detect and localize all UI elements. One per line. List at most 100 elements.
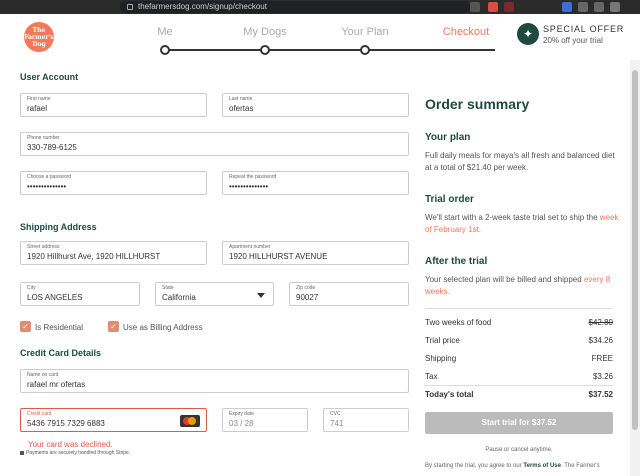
trial-order-title: Trial order bbox=[425, 194, 474, 205]
after-trial-description: Your selected plan will be billed and sh… bbox=[425, 274, 620, 298]
extension-icon[interactable] bbox=[578, 2, 588, 12]
plan-description: Full daily meals for maya's all fresh an… bbox=[425, 151, 615, 172]
trial-text: We'll start with a 2-week taste trial se… bbox=[425, 213, 598, 222]
order-summary-title: Order summary bbox=[425, 96, 530, 112]
your-plan-title: Your plan bbox=[425, 132, 471, 143]
row-label: Trial price bbox=[425, 336, 460, 345]
field-label: Choose a password bbox=[27, 174, 72, 180]
url-text: thefarmersdog.com/signup/checkout bbox=[138, 2, 267, 11]
step-my-dogs[interactable]: My Dogs bbox=[243, 26, 286, 38]
row-label: Two weeks of food bbox=[425, 318, 492, 327]
step-checkout: Checkout bbox=[442, 26, 490, 38]
terms-prefix: By starting the trial, you agree to our bbox=[425, 463, 522, 469]
repeat-password-field[interactable]: Repeat the password •••••••••••••• bbox=[222, 171, 409, 195]
credit-card-field[interactable]: Credit card 5436 7915 7329 6883 bbox=[20, 408, 207, 432]
field-value: 03 / 28 bbox=[229, 419, 254, 428]
field-value: •••••••••••••• bbox=[229, 182, 269, 191]
cancel-note: Pause or cancel anytime. bbox=[485, 447, 553, 453]
field-label: City bbox=[27, 285, 36, 291]
last-name-field[interactable]: Last name ofertas bbox=[222, 93, 409, 117]
after-trial-title: After the trial bbox=[425, 256, 488, 267]
field-label: Phone number bbox=[27, 135, 60, 141]
address-bar[interactable]: thefarmersdog.com/signup/checkout bbox=[120, 1, 470, 13]
row-label: Shipping bbox=[425, 354, 457, 363]
field-value: 1920 HILLHURST AVENUE bbox=[229, 252, 328, 261]
zip-code-field[interactable]: Zip code 90027 bbox=[289, 282, 409, 306]
city-field[interactable]: City LOS ANGELES bbox=[20, 282, 140, 306]
mastercard-icon bbox=[180, 415, 200, 427]
credit-card-title: Credit Card Details bbox=[20, 348, 102, 358]
logo[interactable]: The Farmer's Dog bbox=[24, 22, 54, 52]
progress-line bbox=[165, 49, 495, 51]
chevron-down-icon bbox=[257, 293, 265, 298]
row-label: Tax bbox=[425, 372, 438, 381]
field-value: 5436 7915 7329 6883 bbox=[27, 419, 105, 428]
divider bbox=[425, 385, 613, 386]
field-value: ofertas bbox=[229, 104, 254, 113]
price-row: Trial price $34.26 bbox=[425, 336, 613, 345]
password-field[interactable]: Choose a password •••••••••••••• bbox=[20, 171, 207, 195]
terms-suffix: . The Farmer's bbox=[560, 463, 600, 469]
first-name-field[interactable]: First name rafael bbox=[20, 93, 207, 117]
residential-label: Is Residential bbox=[35, 323, 84, 332]
divider bbox=[425, 308, 613, 309]
step-your-plan[interactable]: Your Plan bbox=[341, 26, 388, 38]
price-row: Two weeks of food $42.80 bbox=[425, 318, 613, 327]
field-label: Expiry date bbox=[229, 411, 255, 417]
field-value: 90027 bbox=[296, 293, 319, 302]
terms-note: By starting the trial, you agree to our … bbox=[425, 462, 620, 471]
key-icon[interactable] bbox=[470, 2, 480, 12]
terms-link[interactable]: Terms of Use bbox=[523, 463, 561, 469]
row-value: $34.26 bbox=[588, 336, 613, 345]
checkout-steps: Me My Dogs Your Plan Checkout bbox=[157, 24, 495, 55]
step-dot bbox=[260, 45, 270, 55]
after-text: Your selected plan will be billed and sh… bbox=[425, 275, 582, 284]
step-me[interactable]: Me bbox=[157, 26, 172, 38]
name-on-card-field[interactable]: Name on card rafael mr ofertas bbox=[20, 369, 409, 393]
field-label: Last name bbox=[229, 96, 253, 102]
row-value: FREE bbox=[591, 354, 613, 363]
cvc-field[interactable]: CVC 741 bbox=[323, 408, 409, 432]
price-row: Shipping FREE bbox=[425, 354, 613, 363]
field-label: First name bbox=[27, 96, 51, 102]
field-value: 1920 Hillhurst Ave, 1920 HILLHURST bbox=[27, 252, 161, 261]
extension-icon[interactable] bbox=[504, 2, 514, 12]
browser-chrome: thefarmersdog.com/signup/checkout bbox=[0, 0, 640, 14]
field-value: 330-789-6125 bbox=[27, 143, 77, 152]
puzzle-icon[interactable] bbox=[610, 2, 620, 12]
street-address-field[interactable]: Street address 1920 Hillhurst Ave, 1920 … bbox=[20, 241, 207, 265]
scrollbar[interactable] bbox=[630, 60, 640, 476]
lock-icon bbox=[20, 450, 24, 455]
start-trial-button[interactable]: Start trial for $37.52 bbox=[425, 412, 613, 434]
extension-icon[interactable] bbox=[594, 2, 604, 12]
step-dot bbox=[360, 45, 370, 55]
field-value: California bbox=[162, 293, 196, 302]
offer-subtitle: 20% off your trial bbox=[543, 36, 603, 45]
expiry-date-field[interactable]: Expiry date 03 / 28 bbox=[222, 408, 308, 432]
lock-icon bbox=[127, 4, 133, 10]
row-value: $3.26 bbox=[592, 372, 613, 381]
field-value: rafael mr ofertas bbox=[27, 380, 86, 389]
field-label: Apartment number bbox=[229, 244, 271, 250]
gift-icon: ✦ bbox=[517, 23, 539, 45]
user-account-title: User Account bbox=[20, 72, 79, 82]
price-row: Tax $3.26 bbox=[425, 372, 613, 381]
field-label: State bbox=[162, 285, 174, 291]
shipping-address-title: Shipping Address bbox=[20, 222, 97, 232]
field-value: •••••••••••••• bbox=[27, 182, 67, 191]
field-label: Name on card bbox=[27, 372, 59, 378]
state-select[interactable]: State California bbox=[155, 282, 274, 306]
field-label: Zip code bbox=[296, 285, 316, 291]
field-value: LOS ANGELES bbox=[27, 293, 83, 302]
scroll-thumb[interactable] bbox=[632, 70, 638, 430]
row-value: $42.80 bbox=[588, 318, 613, 327]
secure-note-text: Payments are securely handled through St… bbox=[26, 450, 131, 456]
residential-checkbox[interactable]: ✓ bbox=[20, 321, 31, 332]
billing-checkbox[interactable]: ✓ bbox=[108, 321, 119, 332]
step-dot bbox=[160, 45, 170, 55]
site-header: The Farmer's Dog Me My Dogs Your Plan Ch… bbox=[0, 14, 640, 60]
phone-field[interactable]: Phone number 330-789-6125 bbox=[20, 132, 409, 156]
apartment-field[interactable]: Apartment number 1920 HILLHURST AVENUE bbox=[222, 241, 409, 265]
translate-icon[interactable] bbox=[562, 2, 572, 12]
extension-icon[interactable] bbox=[488, 2, 498, 12]
